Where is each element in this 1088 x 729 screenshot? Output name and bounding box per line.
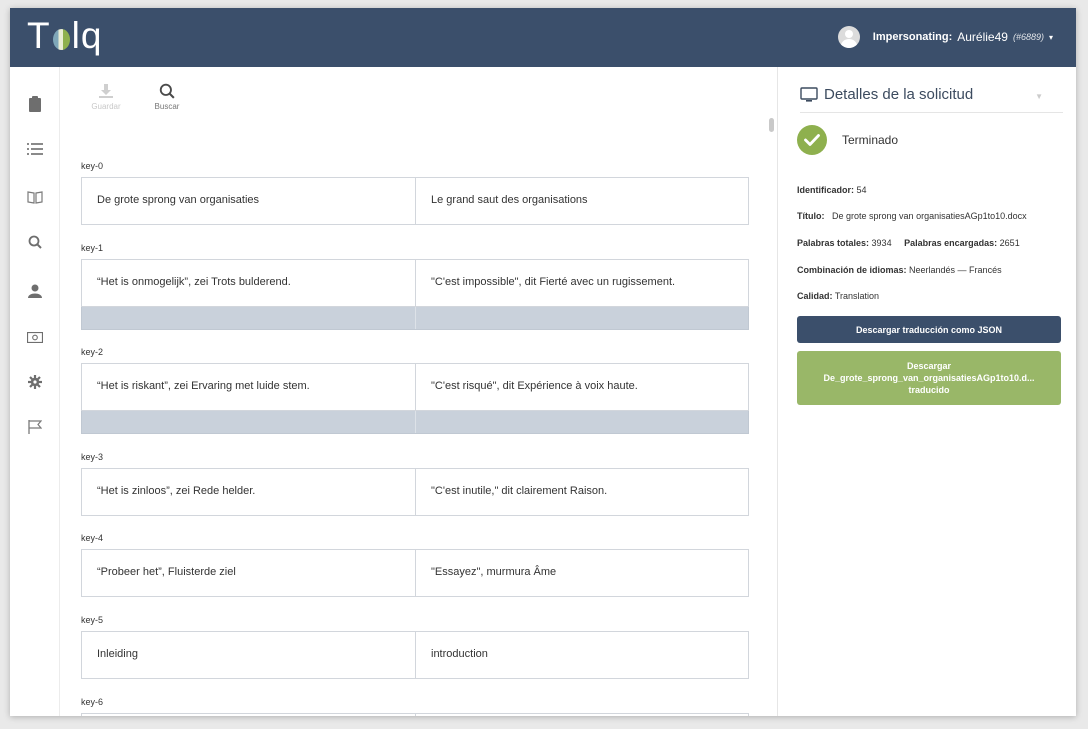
- request-details-panel: Detalles de la solicitud ▼ Terminado Ide…: [779, 67, 1076, 716]
- source-text[interactable]: “Probeer het”, Fluisterde ziel: [82, 550, 415, 596]
- source-text[interactable]: “Het is riskant”, zei Ervaring met luide…: [82, 364, 415, 410]
- user-menu[interactable]: Impersonating: Aurélie49 (#6889) ▾: [837, 26, 1053, 48]
- quality-value: Translation: [834, 291, 880, 301]
- flag-icon[interactable]: [25, 417, 45, 437]
- segment-row[interactable]: [81, 713, 749, 716]
- quality-label: Calidad:: [797, 291, 833, 301]
- chevron-down-icon[interactable]: ▼: [1035, 92, 1043, 101]
- search-icon[interactable]: [25, 232, 45, 252]
- segment-key: key-6: [81, 697, 104, 707]
- segment-key: key-3: [81, 452, 104, 462]
- language-pair-label: Combinación de idiomas:: [797, 265, 907, 275]
- segment-key: key-2: [81, 347, 104, 357]
- book-icon[interactable]: [25, 187, 45, 207]
- top-header: Tlq Impersonating: Aurélie49 (#6889) ▾: [10, 8, 1076, 67]
- monitor-icon: [800, 87, 818, 102]
- segment-key: key-4: [81, 533, 104, 543]
- title-label: Título:: [797, 211, 825, 221]
- status-indicator: Terminado: [797, 125, 898, 155]
- segment-row[interactable]: “Het is riskant”, zei Ervaring met luide…: [81, 363, 749, 411]
- target-text[interactable]: "C'est inutile," dit clairement Raison.: [415, 469, 748, 515]
- download-file-line3: traducido: [908, 385, 950, 395]
- target-text[interactable]: "C'est impossible", dit Fierté avec un r…: [415, 260, 748, 306]
- download-json-button[interactable]: Descargar traducción como JSON: [797, 316, 1061, 343]
- source-text[interactable]: [82, 714, 415, 716]
- download-file-button[interactable]: Descargar De_grote_sprong_van_organisati…: [797, 351, 1061, 405]
- ordered-words-value: 2651: [999, 238, 1020, 248]
- target-text[interactable]: introduction: [415, 632, 748, 678]
- logo-letter-t: T: [27, 15, 51, 56]
- language-pair-row: Combinación de idiomas: Neerlandés — Fra…: [797, 265, 1002, 275]
- title-row: Título: De grote sprong van organisaties…: [797, 211, 1027, 221]
- source-text[interactable]: De grote sprong van organisaties: [82, 178, 415, 224]
- target-text[interactable]: "C'est risqué", dit Expérience à voix ha…: [415, 364, 748, 410]
- identifier-row: Identificador: 54: [797, 185, 867, 195]
- ordered-words-label: Palabras encargadas:: [904, 238, 998, 248]
- identifier-value: 54: [856, 185, 867, 195]
- segment-list: key-0 De grote sprong van organisaties L…: [60, 67, 777, 716]
- identifier-label: Identificador:: [797, 185, 855, 195]
- segment-row[interactable]: “Probeer het”, Fluisterde ziel "Essayez"…: [81, 549, 749, 597]
- target-text[interactable]: "Essayez", murmura Âme: [415, 550, 748, 596]
- gear-icon[interactable]: [25, 372, 45, 392]
- panel-title: Detalles de la solicitud: [824, 86, 974, 103]
- impersonating-label: Impersonating:: [872, 31, 953, 43]
- user-name: Aurélie49: [957, 30, 1008, 44]
- segment-row[interactable]: “Het is zinloos”, zei Rede helder. "C'es…: [81, 468, 749, 516]
- panel-divider: [777, 67, 778, 716]
- list-icon[interactable]: [25, 139, 45, 159]
- sidebar: [10, 67, 60, 716]
- logo-o-icon: [52, 28, 70, 50]
- download-file-line1: Descargar: [906, 361, 952, 371]
- download-file-line2: De_grote_sprong_van_organisatiesAGp1to10…: [823, 373, 1035, 383]
- segment-extra-row[interactable]: [81, 411, 749, 434]
- money-icon[interactable]: [25, 327, 45, 347]
- chevron-down-icon[interactable]: ▾: [1049, 33, 1053, 42]
- logo-letters-lq: lq: [71, 15, 103, 56]
- source-text[interactable]: “Het is zinloos”, zei Rede helder.: [82, 469, 415, 515]
- source-text[interactable]: “Het is onmogelijk”, zei Trots bulderend…: [82, 260, 415, 306]
- scrollbar-thumb[interactable]: [769, 118, 774, 132]
- segment-row[interactable]: Inleiding introduction: [81, 631, 749, 679]
- target-text[interactable]: [415, 714, 748, 716]
- segment-key: key-0: [81, 161, 104, 171]
- user-id: (#6889): [1012, 32, 1044, 42]
- avatar: [837, 26, 860, 48]
- status-text: Terminado: [842, 133, 899, 147]
- segment-row[interactable]: “Het is onmogelijk”, zei Trots bulderend…: [81, 259, 749, 307]
- clipboard-icon[interactable]: [25, 94, 45, 114]
- language-pair-value: Neerlandés — Francés: [909, 265, 1002, 275]
- segment-extra-row[interactable]: [81, 307, 749, 330]
- segment-row[interactable]: De grote sprong van organisaties Le gran…: [81, 177, 749, 225]
- total-words-label: Palabras totales:: [797, 238, 870, 248]
- source-text[interactable]: Inleiding: [82, 632, 415, 678]
- app-window: Tlq Impersonating: Aurélie49 (#6889) ▾ G…: [10, 8, 1076, 716]
- segment-key: key-1: [81, 243, 104, 253]
- title-value: De grote sprong van organisatiesAGp1to10…: [832, 211, 1027, 221]
- segment-key: key-5: [81, 615, 104, 625]
- tolq-logo[interactable]: Tlq: [27, 14, 102, 58]
- user-icon[interactable]: [25, 281, 45, 301]
- target-text[interactable]: Le grand saut des organisations: [415, 178, 748, 224]
- word-count-row: Palabras totales: 3934 Palabras encargad…: [797, 238, 1020, 248]
- total-words-value: 3934: [871, 238, 892, 248]
- quality-row: Calidad: Translation: [797, 291, 879, 301]
- panel-header[interactable]: Detalles de la solicitud ▼: [800, 86, 1063, 113]
- check-icon: [797, 125, 827, 155]
